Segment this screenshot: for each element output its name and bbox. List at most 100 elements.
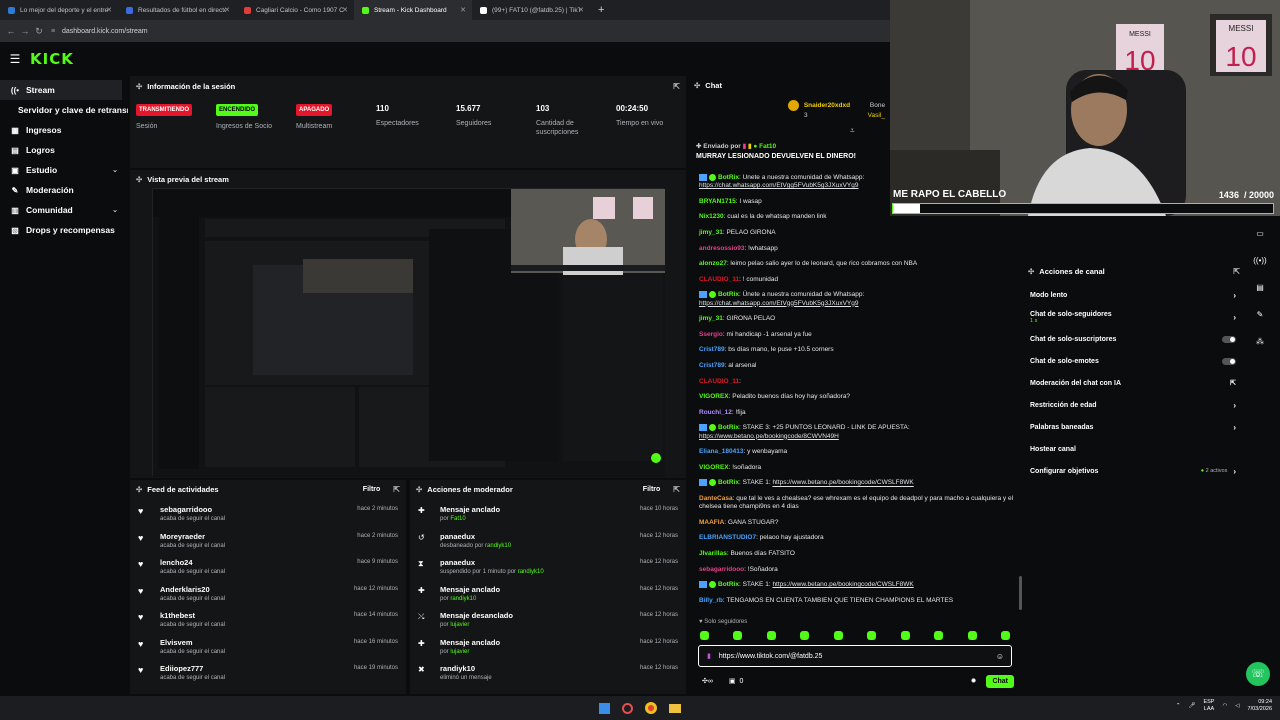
emote-icon[interactable] — [833, 631, 843, 640]
chat-username[interactable]: Eliana_180413 — [699, 448, 743, 455]
chat-username[interactable]: Crist789 — [699, 346, 725, 353]
feed-row[interactable]: ♥ sebagarridooo acaba de seguir el canal ha… — [130, 502, 406, 529]
mod-user[interactable]: lujavier — [450, 622, 469, 628]
chat-username[interactable]: jimy_31 — [699, 315, 723, 322]
chat-message[interactable]: VIGOREX: !soñadora — [688, 464, 1022, 472]
drag-handle-icon[interactable]: ✣ — [1028, 267, 1034, 276]
drag-handle-icon[interactable]: ✣ — [136, 82, 142, 91]
chat-message[interactable]: BotRix: STAKE 1: https://www.betano.pe/b… — [688, 581, 1022, 589]
external-link-icon[interactable]: ⇱ — [1230, 379, 1236, 387]
chat-username[interactable]: VIGOREX — [699, 464, 729, 471]
mod-action-row[interactable]: ⤯ Mensaje desanclado por lujavier hace 12 h… — [410, 608, 686, 635]
url-input[interactable]: dashboard.kick.com/stream — [62, 28, 148, 35]
chat-input[interactable]: ▮ https://www.tiktok.com/@fatdb.25 ☺ — [698, 645, 1012, 667]
chat-username[interactable]: andresossio93 — [699, 245, 745, 252]
chat-username[interactable]: sebagarridooo — [699, 566, 744, 573]
chat-message[interactable]: Billy_rb: TENGAMOS EN CUENTA TAMBIEN QUE… — [688, 597, 1022, 605]
mod-action-row[interactable]: ↺ panaedux desbaneado por randiyk10 hace 12… — [410, 529, 686, 556]
send-chat-button[interactable]: Chat — [986, 674, 1014, 688]
close-icon[interactable]: ✕ — [460, 6, 466, 14]
external-link-icon[interactable]: ⇱ — [673, 82, 680, 91]
emote-icon[interactable] — [1000, 631, 1010, 640]
chevron-right-icon[interactable]: › — [1233, 467, 1236, 476]
chat-message[interactable]: VIGOREX: Peladito buenos días hoy hay so… — [688, 393, 1022, 401]
browser-tab[interactable]: Lo mejor del deporte y el entre ✕ — [0, 0, 118, 20]
chat-username[interactable]: Nix1230 — [699, 213, 724, 220]
chat-message[interactable]: CLAUDIO_11: — [688, 378, 1022, 386]
chat-message[interactable]: BotRix: STAKE 3: +25 PUNTOS LEONARD - LI… — [688, 424, 1022, 440]
emoji-icon[interactable]: ☺ — [996, 652, 1004, 661]
chat-message[interactable]: jimy_31: PELAO GIRONA — [688, 229, 1022, 237]
new-tab-icon[interactable]: + — [590, 4, 612, 16]
chat-link[interactable]: https://www.betano.pe/bookingcode/CWSLF8… — [772, 581, 913, 588]
points-icon[interactable]: ▣ — [729, 677, 736, 685]
mod-action-row[interactable]: ⧗ panaedux suspendido por 1 minuto por ran… — [410, 555, 686, 582]
toggle-switch[interactable] — [1222, 357, 1236, 365]
chat-link[interactable]: https://chat.whatsapp.com/EtVgg5FVubK5g3… — [699, 182, 858, 189]
close-icon[interactable]: ✕ — [342, 6, 348, 14]
emote-icon[interactable] — [900, 631, 910, 640]
mod-user[interactable]: lujavier — [450, 649, 469, 655]
browser-tab[interactable]: Stream - Kick Dashboard ✕ — [354, 0, 472, 20]
external-link-icon[interactable]: ⇱ — [673, 485, 680, 494]
chevron-right-icon[interactable]: › — [1233, 291, 1236, 300]
kick-logo[interactable]: KICK — [30, 50, 74, 68]
channel-action[interactable]: Chat de solo-suscriptores — [1022, 328, 1246, 350]
feed-row[interactable]: ♥ Ediiopez777 acaba de seguir el canal hace… — [130, 661, 406, 688]
volume-icon[interactable]: ◁ — [1235, 703, 1239, 709]
chevron-up-icon[interactable]: ⌃ — [1176, 703, 1181, 709]
feed-row[interactable]: ♥ Elvisvem acaba de seguir el canal hace 16… — [130, 635, 406, 662]
mod-user[interactable]: randiyk10 — [450, 596, 476, 602]
chevron-right-icon[interactable]: › — [1233, 401, 1236, 410]
external-link-icon[interactable]: ⇱ — [393, 485, 400, 494]
mod-action-row[interactable]: ✚ Mensaje anclado por lujavier hace 12 hora… — [410, 635, 686, 662]
windows-start-icon[interactable] — [599, 702, 610, 714]
sidebar-item-comunidad[interactable]: ▥ Comunidad ⌄ — [0, 200, 128, 220]
mod-action-row[interactable]: ✖ randiyk10 eliminó un mensaje hace 12 hora… — [410, 661, 686, 688]
chat-username[interactable]: BotRix — [718, 425, 739, 432]
close-icon[interactable]: ✕ — [106, 6, 112, 14]
chat-link[interactable]: https://www.betano.pe/bookingcode/CWSLF8… — [772, 480, 913, 487]
gear-icon[interactable]: ✹ — [971, 677, 977, 685]
folder-icon[interactable] — [669, 703, 681, 713]
chat-username[interactable]: BotRix — [718, 581, 739, 588]
support-chat-button[interactable]: ☏ — [1246, 662, 1270, 686]
chat-message[interactable]: ELBRIANSTUDIO7: pelaoo hay ajustadora — [688, 534, 1022, 542]
emote-icon[interactable] — [733, 631, 743, 640]
reload-icon[interactable]: ↻ — [32, 26, 46, 37]
channel-action[interactable]: Configurar objetivos ● 2 activos › — [1022, 460, 1246, 482]
mod-user[interactable]: randiyk10 — [518, 569, 544, 575]
emote-icon[interactable] — [800, 631, 810, 640]
external-link-icon[interactable]: ⇱ — [1233, 267, 1240, 276]
chat-username[interactable]: Billy_rb — [699, 597, 723, 604]
chevron-right-icon[interactable]: › — [1233, 423, 1236, 432]
forward-icon[interactable]: → — [18, 26, 32, 36]
chat-username[interactable]: alonzo27 — [699, 260, 727, 267]
clock[interactable]: 09:24 7/03/2026 — [1248, 699, 1272, 713]
chat-username[interactable]: BotRix — [718, 174, 739, 181]
chat-username[interactable]: CLAUDIO_11 — [699, 276, 739, 283]
stream-preview-video[interactable] — [152, 188, 665, 477]
sidebar-item-drops[interactable]: ▧ Drops y recompensas — [0, 220, 128, 240]
wrench-icon[interactable]: ✎ — [1252, 307, 1268, 323]
site-info-icon[interactable]: ≡ — [46, 28, 60, 35]
mod-user[interactable]: Fat10 — [450, 516, 465, 522]
sidebar-item-logros[interactable]: ▤ Logros — [0, 140, 128, 160]
emote-icon[interactable] — [867, 631, 877, 640]
drag-handle-icon[interactable]: ✣ — [416, 485, 422, 494]
emote-icon[interactable] — [934, 631, 944, 640]
channel-action[interactable]: Modo lento › — [1022, 284, 1246, 306]
chat-username[interactable]: jimy_31 — [699, 229, 723, 236]
share-icon[interactable]: ⁂ — [1252, 334, 1268, 350]
chat-message[interactable]: Crist789: bs días mano, le puse +10.5 co… — [688, 346, 1022, 354]
chat-message[interactable]: alonzo27: leimo pelao salio ayer lo de l… — [688, 260, 1022, 268]
chat-username[interactable]: Jlvarillas — [699, 550, 727, 557]
chat-username[interactable]: Rouchi_12 — [699, 409, 732, 416]
chat-leaderboard[interactable]: Snaider20xdxd Bone 3 Vasil_ — [788, 100, 885, 120]
language-indicator[interactable]: ESP LAA — [1203, 699, 1214, 713]
chat-username[interactable]: VIGOREX — [699, 393, 729, 400]
mic-icon[interactable]: 🎤︎ — [1188, 703, 1195, 709]
chevron-right-icon[interactable]: › — [1233, 313, 1236, 322]
menu-icon[interactable]: ☰ — [0, 52, 30, 66]
channel-action[interactable]: Chat de solo-seguidores 1 s › — [1022, 306, 1246, 328]
